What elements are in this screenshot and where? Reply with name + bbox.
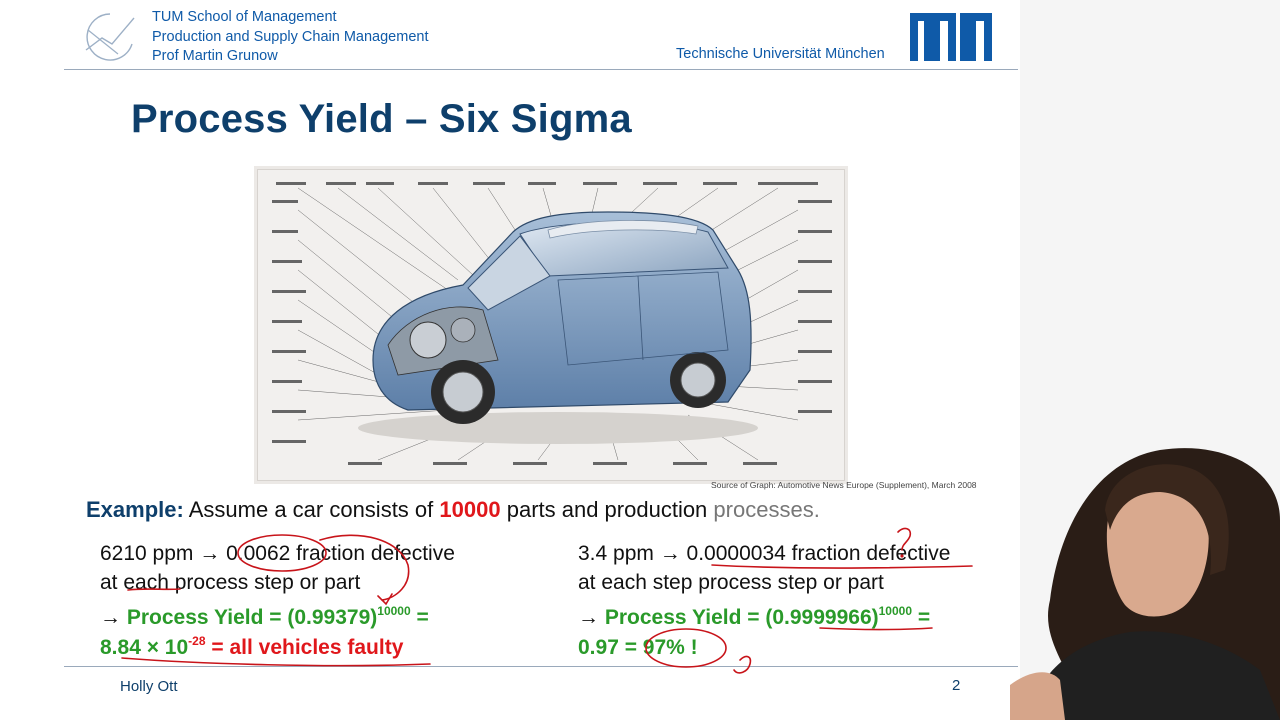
example-label: Example: [86,497,184,522]
right-defect-scope: at each step process step or part [578,571,884,594]
parts-count: 10000 [439,497,501,522]
example-end: processes. [713,497,820,522]
left-yield-exponent: 10000 [377,604,411,618]
left-yield-formula: → Process Yield = (0.99379)10000 = [100,604,429,630]
footer-divider [64,666,1018,667]
chair-name: Production and Supply Chain Management [152,28,429,45]
left-result-text: all vehicles faulty [229,636,404,659]
presenter-name: Holly Ott [120,678,178,695]
school-name: TUM School of Management [152,9,337,25]
right-defect-rate: 3.4 ppm → 0.0000034 fraction defective [578,542,951,565]
right-arrow: → [578,606,599,629]
professor-name: Prof Martin Grunow [152,48,278,64]
tum-logo [902,13,992,61]
left-result-equals: = [205,636,230,659]
university-name: Technische Universität München [676,46,885,62]
header-divider [64,69,1018,70]
header-text: TUM School of Management Production and … [152,8,428,67]
car-parts-figure [258,170,844,480]
right-yield-exponent: 10000 [878,604,912,618]
example-pre: Assume a car consists of [188,497,434,522]
left-defect-scope: at each process step or part [100,571,361,594]
left-arrow: → [100,606,121,629]
left-yield-result: 8.84 × 10-28 = all vehicles faulty [100,634,404,660]
right-yield-result: 0.97 = 97% ! [578,636,698,659]
right-yield-equals: = [912,606,931,629]
slide: TUM School of Management Production and … [0,0,1020,720]
left-result-exponent: -28 [188,634,206,648]
school-of-management-logo [85,13,135,61]
left-yield-label: Process Yield = (0.99379) [126,606,378,629]
car-illustration [272,182,832,465]
left-result-value: 8.84 × 10 [100,636,189,659]
figure-source: Source of Graph: Automotive News Europe … [711,480,977,490]
right-yield-formula: → Process Yield = (0.9999966)10000 = [578,604,931,630]
right-yield-label: Process Yield = (0.9999966) [604,606,879,629]
slide-title: Process Yield – Six Sigma [131,97,632,141]
presenter-video [1010,448,1280,720]
page-number: 2 [952,677,961,694]
example-mid: parts and production [506,497,708,522]
example-statement: Example: Assume a car consists of 10000 … [86,497,820,523]
left-yield-equals: = [410,606,429,629]
left-defect-rate: 6210 ppm → 0.0062 fraction defective [100,542,455,565]
